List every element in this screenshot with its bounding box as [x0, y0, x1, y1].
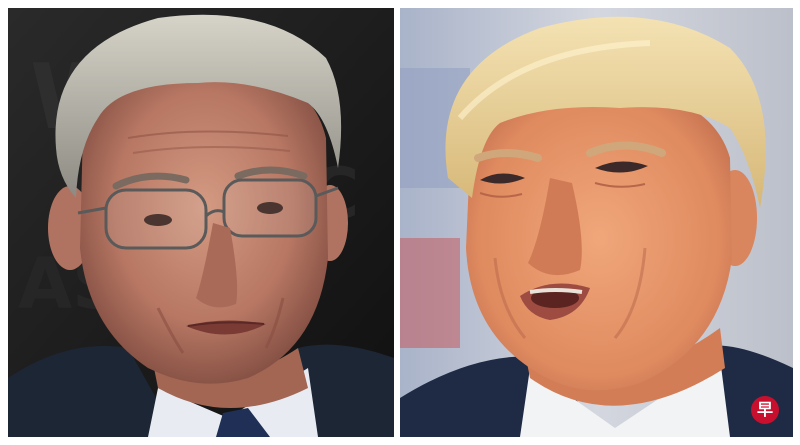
right-portrait-illustration [400, 8, 793, 437]
left-portrait-photo: WS C AS [8, 8, 394, 437]
watermark-text: 早 [756, 400, 773, 419]
watermark-logo: 早 [751, 396, 779, 424]
photo-collage: WS C AS [0, 0, 800, 445]
right-portrait-photo [400, 8, 793, 437]
left-portrait-illustration: WS C AS [8, 8, 394, 437]
